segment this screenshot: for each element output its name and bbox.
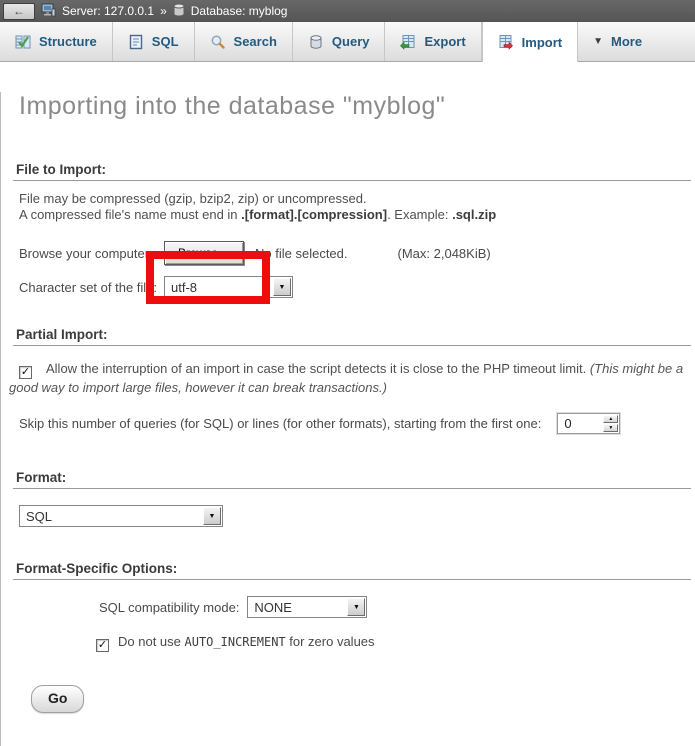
spinner-up-icon[interactable]: ▲ <box>603 415 618 423</box>
format-select[interactable]: SQL ▼ <box>19 505 223 527</box>
import-icon <box>498 34 514 50</box>
auto-increment-checkbox[interactable]: ✓ <box>96 639 109 652</box>
tab-more[interactable]: ▼ More <box>578 22 657 61</box>
tab-export[interactable]: Export <box>385 22 481 61</box>
export-icon <box>400 34 416 50</box>
select-arrow-icon: ▼ <box>273 278 291 296</box>
auto-increment-row: ✓ Do not use AUTO_INCREMENT for zero valu… <box>96 634 695 652</box>
tab-label: Export <box>424 34 465 49</box>
section-partial-import: Partial Import: <box>13 327 691 346</box>
tab-label: SQL <box>152 34 179 49</box>
tab-label: Search <box>234 34 277 49</box>
database-icon <box>173 3 185 19</box>
compression-note-line2: A compressed file's name must end in .[f… <box>19 207 695 223</box>
breadcrumb-server[interactable]: Server: 127.0.0.1 <box>62 4 154 18</box>
auto-increment-keyword: AUTO_INCREMENT <box>185 635 286 649</box>
chevron-down-icon: ▼ <box>593 36 603 47</box>
spinner-down-icon[interactable]: ▼ <box>603 424 618 432</box>
back-arrow-icon: ← <box>13 5 25 17</box>
skip-queries-row: Skip this number of queries (for SQL) or… <box>19 413 695 434</box>
structure-icon <box>15 34 31 50</box>
breadcrumb-database[interactable]: Database: myblog <box>191 4 288 18</box>
section-format-options: Format-Specific Options: <box>13 561 691 580</box>
skip-queries-input[interactable]: 0 ▲ ▼ <box>557 413 620 434</box>
skip-queries-label: Skip this number of queries (for SQL) or… <box>19 416 541 431</box>
file-selected-status: No file selected. <box>255 246 348 261</box>
charset-row: Character set of the file: utf-8 ▼ <box>19 276 695 298</box>
max-upload-size: (Max: 2,048KiB) <box>398 246 491 261</box>
tab-label: Query <box>332 34 370 49</box>
back-button[interactable]: ← <box>3 3 35 20</box>
sql-compatibility-select[interactable]: NONE ▼ <box>247 596 367 618</box>
breadcrumb-separator: » <box>160 4 167 18</box>
sql-compatibility-row: SQL compatibility mode: NONE ▼ <box>99 596 695 618</box>
tab-label: Import <box>522 35 562 50</box>
allow-interruption-checkbox[interactable]: ✓ <box>19 366 32 379</box>
tab-search[interactable]: Search <box>195 22 293 61</box>
tab-label: Structure <box>39 34 97 49</box>
sql-compatibility-label: SQL compatibility mode: <box>99 600 239 615</box>
go-button[interactable]: Go <box>31 685 84 713</box>
browse-button[interactable]: Browse… <box>164 241 244 265</box>
breadcrumb-bar: ← Server: 127.0.0.1 » Database: myblog <box>0 0 695 22</box>
tab-query[interactable]: Query <box>293 22 386 61</box>
section-file-to-import: File to Import: <box>13 162 691 181</box>
select-arrow-icon: ▼ <box>203 507 221 525</box>
page-title: Importing into the database "myblog" <box>19 92 695 121</box>
allow-interruption-text: Allow the interruption of an import in c… <box>46 361 590 376</box>
search-icon <box>210 34 226 50</box>
sql-compatibility-value: NONE <box>254 600 292 615</box>
format-selected-value: SQL <box>26 509 52 524</box>
tab-structure[interactable]: Structure <box>0 22 113 61</box>
import-page: Importing into the database "myblog" Fil… <box>0 92 695 746</box>
tab-bar: Structure SQL Search Query <box>0 22 695 62</box>
sql-icon <box>128 34 144 50</box>
charset-label: Character set of the file: <box>19 280 164 295</box>
charset-select[interactable]: utf-8 ▼ <box>164 276 293 298</box>
tab-label: More <box>611 34 642 49</box>
auto-increment-text-prefix: Do not use <box>118 634 185 649</box>
spinner: ▲ ▼ <box>602 414 619 433</box>
tab-import[interactable]: Import <box>482 22 578 62</box>
charset-selected-value: utf-8 <box>171 280 197 295</box>
tab-sql[interactable]: SQL <box>113 22 195 61</box>
server-icon <box>41 3 56 19</box>
select-arrow-icon: ▼ <box>347 598 365 616</box>
allow-interruption-row: ✓ Allow the interruption of an import in … <box>9 360 687 396</box>
browse-label: Browse your computer: <box>19 246 164 261</box>
section-format: Format: <box>13 470 691 489</box>
query-icon <box>308 34 324 50</box>
file-upload-row: Browse your computer: Browse… No file se… <box>19 240 695 266</box>
compression-note-line1: File may be compressed (gzip, bzip2, zip… <box>19 191 695 207</box>
skip-queries-value: 0 <box>558 414 602 433</box>
auto-increment-text-suffix: for zero values <box>286 634 375 649</box>
